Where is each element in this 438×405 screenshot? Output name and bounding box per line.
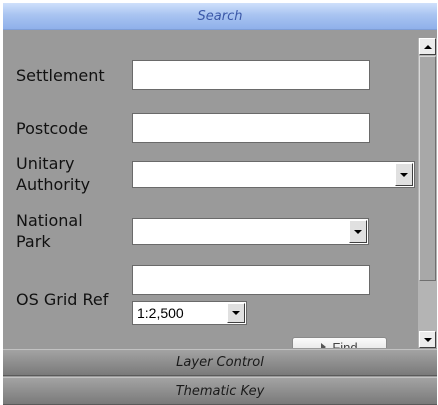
thematic-key-header[interactable]: Thematic Key	[3, 377, 437, 405]
postcode-field[interactable]	[132, 113, 370, 143]
national-park-label-line2: Park	[16, 232, 51, 251]
scale-value: 1:2,500	[137, 305, 184, 321]
scale-select[interactable]: 1:2,500	[132, 301, 247, 325]
chevron-down-icon[interactable]	[349, 220, 367, 243]
search-form: Settlement Postcode Unitary Authority Na…	[3, 30, 417, 348]
play-icon	[321, 343, 327, 348]
settlement-label: Settlement	[16, 66, 105, 85]
postcode-label: Postcode	[16, 119, 89, 138]
chevron-down-icon[interactable]	[395, 163, 413, 186]
find-button-label: Find	[332, 339, 358, 349]
scrollbar-thumb[interactable]	[419, 56, 436, 281]
unitary-authority-label-line1: Unitary	[16, 154, 75, 173]
layer-control-header[interactable]: Layer Control	[3, 349, 437, 376]
national-park-select[interactable]	[132, 218, 369, 245]
layer-control-title: Layer Control	[176, 355, 264, 370]
chevron-down-icon[interactable]	[227, 303, 245, 323]
thematic-key-title: Thematic Key	[175, 383, 265, 399]
unitary-authority-label-line2: Authority	[16, 175, 91, 194]
os-grid-ref-field[interactable]	[132, 265, 370, 295]
national-park-label: National Park	[16, 210, 83, 252]
os-grid-ref-label: OS Grid Ref	[16, 290, 109, 309]
find-button[interactable]: Find	[292, 337, 387, 348]
search-panel-header[interactable]: Search	[3, 3, 437, 30]
unitary-authority-select[interactable]	[132, 161, 415, 188]
unitary-authority-label: Unitary Authority	[16, 153, 90, 195]
search-panel: Search Settlement Postcode Unitary Autho…	[3, 3, 437, 405]
arrow-up-icon[interactable]	[419, 38, 436, 55]
search-header-title: Search	[197, 8, 243, 24]
form-scrollbar[interactable]	[418, 38, 437, 348]
settlement-field[interactable]	[132, 60, 370, 90]
national-park-label-line1: National	[16, 211, 83, 230]
arrow-down-icon[interactable]	[419, 331, 436, 348]
